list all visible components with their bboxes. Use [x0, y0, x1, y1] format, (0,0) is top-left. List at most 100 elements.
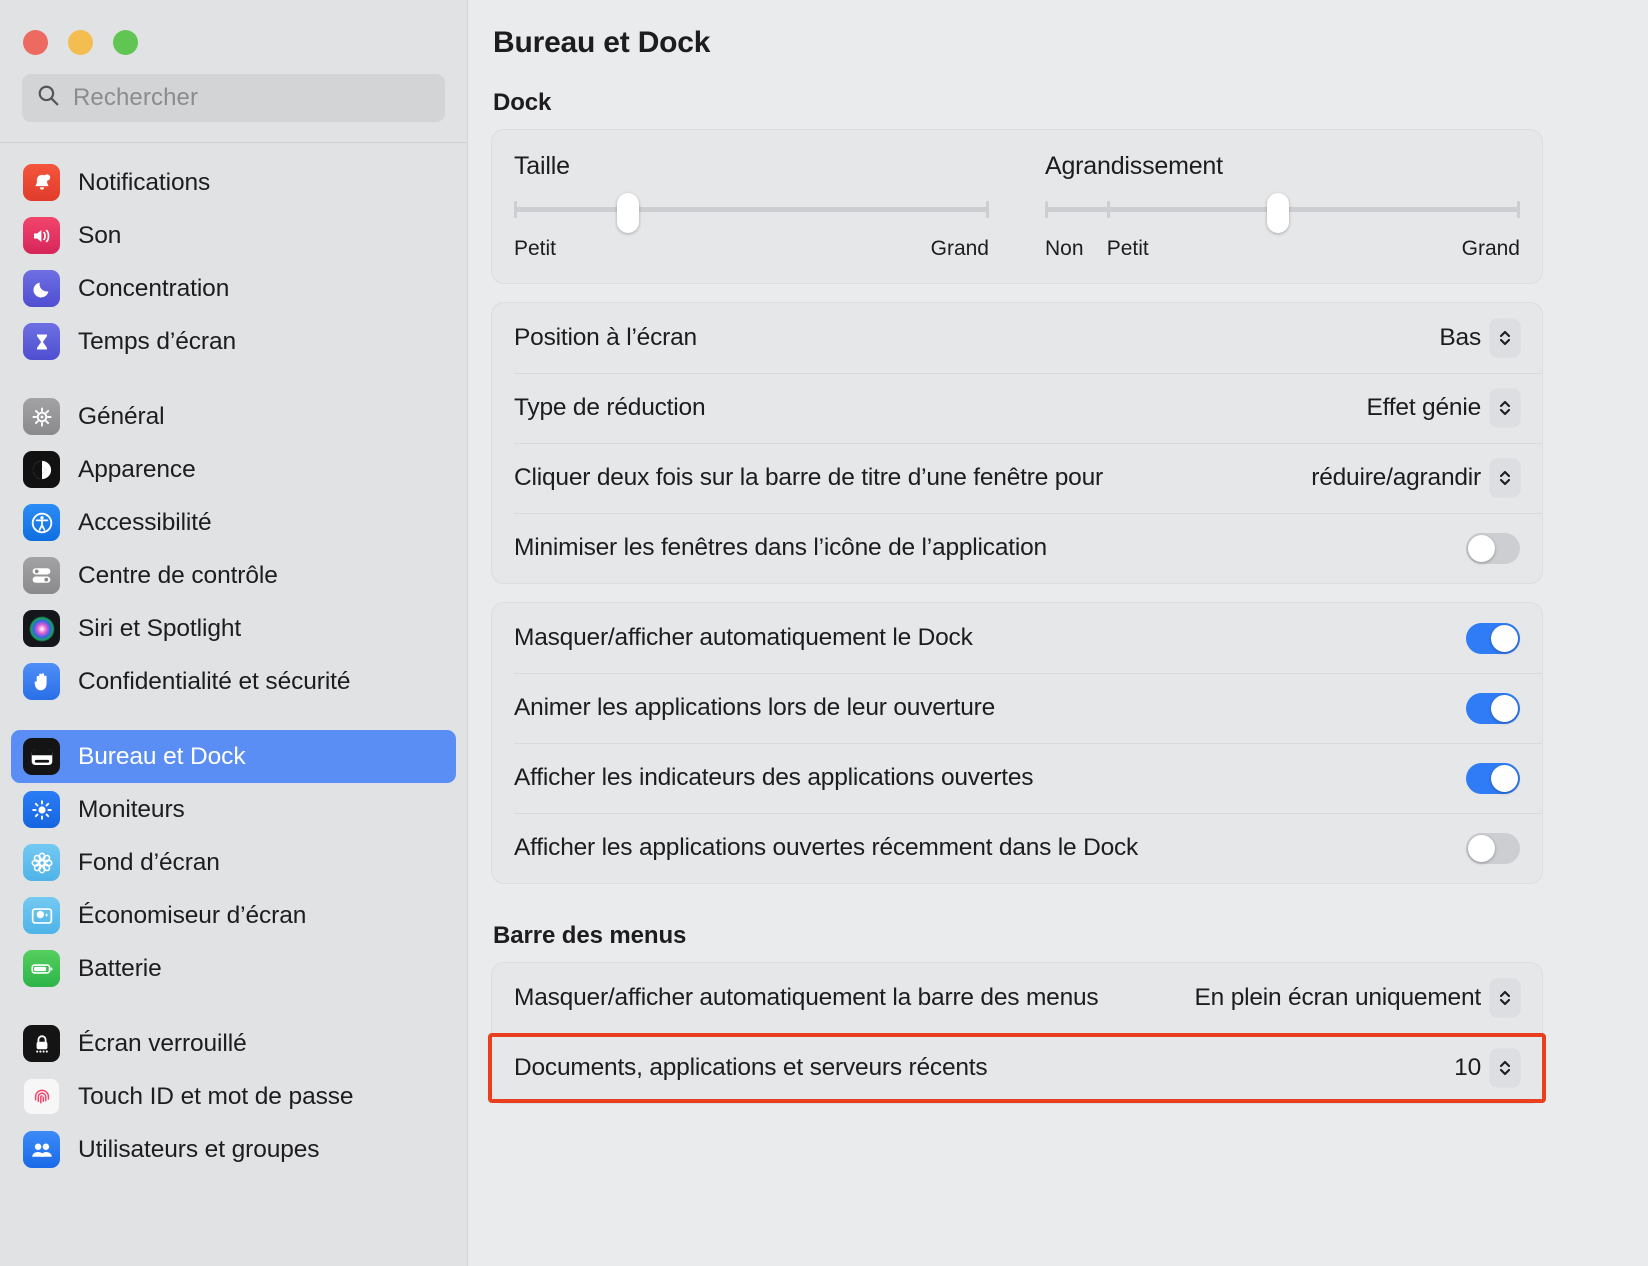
appearance-icon [23, 451, 60, 488]
window-controls [0, 0, 467, 74]
chevron-updown-icon[interactable] [1490, 979, 1520, 1017]
sidebar-item-temps-ecran[interactable]: Temps d’écran [11, 315, 456, 368]
speaker-icon [23, 217, 60, 254]
slider-tick [1517, 201, 1520, 218]
sidebar-item-label: Siri et Spotlight [78, 614, 242, 642]
sidebar-item-apparence[interactable]: Apparence [11, 443, 456, 496]
sidebar-item-accessibilite[interactable]: Accessibilité [11, 496, 456, 549]
toggle-indicateurs-applications-ouvertes[interactable] [1466, 762, 1520, 794]
row-type-de-reduction[interactable]: Type de réduction Effet génie [492, 373, 1542, 443]
zoom-button[interactable] [113, 30, 138, 55]
row-value: réduire/agrandir [1311, 464, 1481, 491]
chevron-updown-icon[interactable] [1490, 389, 1520, 427]
sidebar-group-4: Écran verrouillé Touch ID et mot de pass… [0, 1017, 467, 1176]
chevron-updown-icon[interactable] [1490, 1049, 1520, 1087]
row-double-clic-barre-de-titre[interactable]: Cliquer deux fois sur la barre de titre … [492, 443, 1542, 513]
close-button[interactable] [23, 30, 48, 55]
toggle-minimiser-dans-icone[interactable] [1466, 532, 1520, 564]
slider-label: Taille [514, 152, 570, 180]
slider-min-label: Non [1045, 237, 1084, 260]
sidebar-item-batterie[interactable]: Batterie [11, 942, 456, 995]
sidebar-item-economiseur-decran[interactable]: Économiseur d’écran [11, 889, 456, 942]
slider-max-label: Grand [1461, 237, 1520, 260]
row-label: Masquer/afficher automatiquement la barr… [514, 984, 1099, 1012]
sidebar-item-centre-de-controle[interactable]: Centre de contrôle [11, 549, 456, 602]
slider-label: Agrandissement [1045, 152, 1223, 180]
toggle-masquer-afficher-dock[interactable] [1466, 622, 1520, 654]
slider-tick [986, 201, 989, 218]
sidebar-item-moniteurs[interactable]: Moniteurs [11, 783, 456, 836]
screensaver-icon [23, 897, 60, 934]
row-minimiser-dans-icone[interactable]: Minimiser les fenêtres dans l’icône de l… [492, 513, 1542, 583]
sidebar-item-label: Temps d’écran [78, 327, 237, 355]
row-indicateurs-applications-ouvertes[interactable]: Afficher les indicateurs des application… [492, 743, 1542, 813]
battery-icon [23, 950, 60, 987]
brightness-icon [23, 791, 60, 828]
slider-agrandissement: Agrandissement Non Petit Grand [1045, 152, 1520, 263]
sidebar-item-confidentialite-et-securite[interactable]: Confidentialité et sécurité [11, 655, 456, 708]
sidebar-item-touch-id-et-mot-de-passe[interactable]: Touch ID et mot de passe [11, 1070, 456, 1123]
sidebar-group-3: Bureau et Dock Moniteurs Fond d’écran Éc… [0, 730, 467, 995]
slider-knob-taille[interactable] [617, 193, 639, 233]
sidebar-nav: Notifications Son Concentration Temps d’… [0, 143, 467, 1266]
row-value: En plein écran uniquement [1194, 984, 1482, 1011]
minimize-button[interactable] [68, 30, 93, 55]
search-container: Rechercher [0, 74, 467, 122]
row-applications-recentes-dock[interactable]: Afficher les applications ouvertes récem… [492, 813, 1542, 883]
dock-options-card: Position à l’écran Bas Type de réduction… [491, 302, 1543, 584]
sidebar-item-label: Touch ID et mot de passe [78, 1082, 354, 1110]
sidebar-item-utilisateurs-et-groupes[interactable]: Utilisateurs et groupes [11, 1123, 456, 1176]
sidebar-item-notifications[interactable]: Notifications [11, 156, 456, 209]
row-label: Documents, applications et serveurs réce… [514, 1054, 988, 1082]
row-position-a-lecran[interactable]: Position à l’écran Bas [492, 303, 1542, 373]
fingerprint-icon [23, 1078, 60, 1115]
slider-track[interactable] [514, 193, 989, 233]
desktop-dock-icon [23, 738, 60, 775]
slider-track[interactable] [1045, 193, 1520, 233]
lock-screen-icon [23, 1025, 60, 1062]
slider-scale: Non Petit Grand [1045, 237, 1520, 263]
section-title-barre-des-menus: Barre des menus [493, 922, 687, 949]
system-settings-window: Rechercher Notifications Son Concentrati… [0, 0, 1648, 1266]
row-label: Type de réduction [514, 394, 706, 422]
slider-taille: Taille Petit Grand [514, 152, 989, 263]
wallpaper-icon [23, 844, 60, 881]
moon-icon [23, 270, 60, 307]
row-masquer-afficher-dock[interactable]: Masquer/afficher automatiquement le Dock [492, 603, 1542, 673]
sidebar-item-label: Économiseur d’écran [78, 901, 307, 929]
sidebar-item-concentration[interactable]: Concentration [11, 262, 456, 315]
sidebar-item-siri-et-spotlight[interactable]: Siri et Spotlight [11, 602, 456, 655]
slider-knob-agrandissement[interactable] [1266, 193, 1289, 233]
sidebar-item-son[interactable]: Son [11, 209, 456, 262]
slider-min-label: Petit [514, 237, 557, 260]
section-title-dock: Dock [493, 89, 552, 116]
row-value: 10 [1454, 1054, 1481, 1081]
slider-tick [514, 201, 517, 218]
chevron-updown-icon[interactable] [1490, 319, 1520, 357]
hourglass-icon [23, 323, 60, 360]
sidebar-item-fond-decran[interactable]: Fond d’écran [11, 836, 456, 889]
sidebar-item-general[interactable]: Général [11, 390, 456, 443]
row-animer-applications[interactable]: Animer les applications lors de leur ouv… [492, 673, 1542, 743]
search-icon [36, 83, 61, 113]
slider-scale: Petit Grand [514, 237, 989, 263]
sidebar-item-bureau-et-dock[interactable]: Bureau et Dock [11, 730, 456, 783]
row-masquer-afficher-barre-des-menus[interactable]: Masquer/afficher automatiquement la barr… [492, 963, 1542, 1033]
page-title: Bureau et Dock [493, 26, 711, 59]
sidebar-item-label: Apparence [78, 455, 196, 483]
sidebar-item-label: Confidentialité et sécurité [78, 667, 351, 695]
toggle-animer-applications[interactable] [1466, 692, 1520, 724]
accessibility-icon [23, 504, 60, 541]
gear-icon [23, 398, 60, 435]
sidebar-item-ecran-verrouille[interactable]: Écran verrouillé [11, 1017, 456, 1070]
sidebar-item-label: Batterie [78, 954, 162, 982]
toggle-applications-recentes-dock[interactable] [1466, 832, 1520, 864]
sidebar-item-label: Son [78, 221, 122, 249]
chevron-updown-icon[interactable] [1490, 459, 1520, 497]
search-field[interactable]: Rechercher [22, 74, 445, 122]
search-placeholder: Rechercher [73, 84, 199, 111]
row-documents-applications-serveurs-recents[interactable]: Documents, applications et serveurs réce… [488, 1033, 1546, 1103]
dock-toggles-card: Masquer/afficher automatiquement le Dock… [491, 602, 1543, 884]
sidebar-item-label: Concentration [78, 274, 230, 302]
row-label: Position à l’écran [514, 324, 697, 352]
